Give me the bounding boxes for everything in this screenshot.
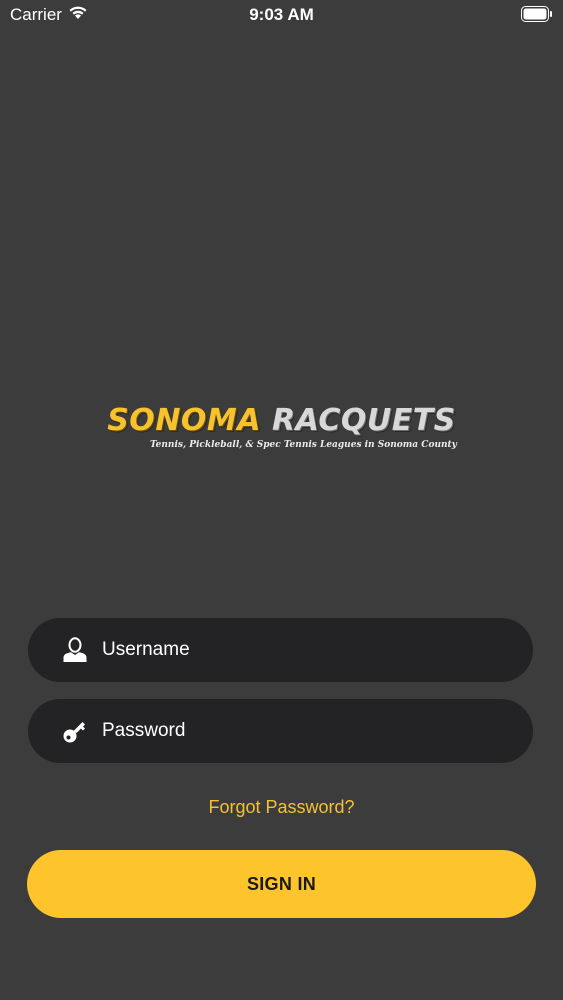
status-bar: Carrier 9:03 AM [0,0,563,30]
battery-icon [521,6,552,22]
username-field[interactable] [28,618,533,682]
key-icon [63,722,85,743]
logo-tagline: Tennis, Pickleball, & Spec Tennis League… [150,440,457,450]
status-time: 9:03 AM [249,5,314,24]
forgot-password-link[interactable]: Forgot Password? [0,797,563,818]
sign-in-button[interactable]: SIGN IN [27,850,536,918]
user-icon [63,637,87,662]
logo-title: SONOMA RACQUETS [0,404,563,438]
app-logo: SONOMA RACQUETS Tennis, Pickleball, & Sp… [0,404,563,451]
logo-word-racquets: RACQUETS [271,403,456,438]
password-field[interactable] [28,699,533,763]
password-input[interactable] [102,699,512,763]
logo-word-sonoma: SONOMA [107,403,261,438]
username-input[interactable] [102,618,512,682]
